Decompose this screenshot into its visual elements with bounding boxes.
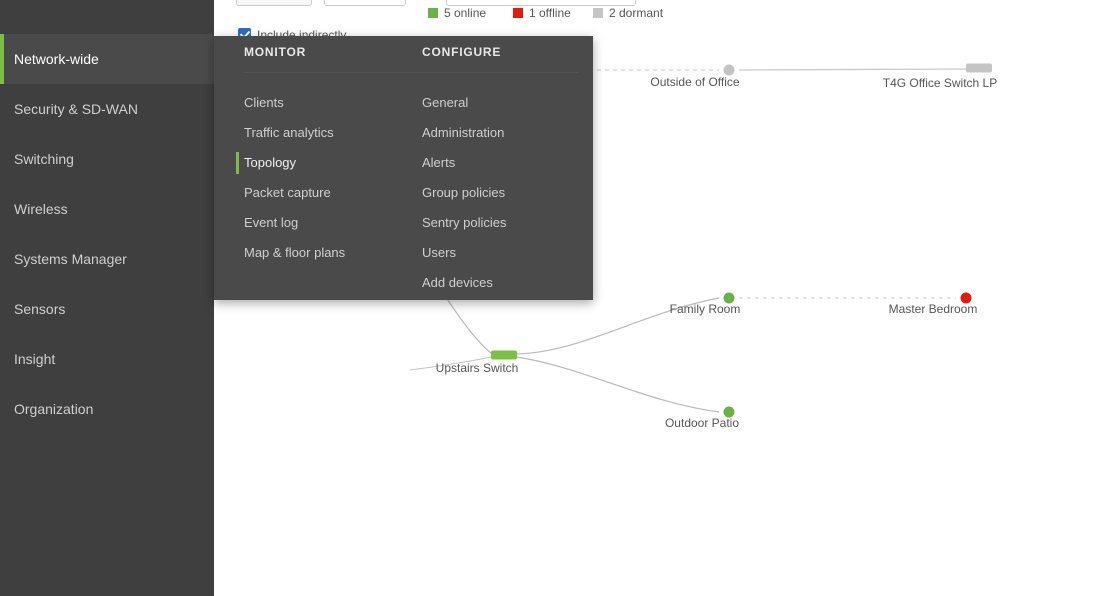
menu-item-general[interactable]: General <box>422 88 600 118</box>
topology-node-label: Family Room <box>669 302 741 316</box>
menu-item-packet-capture[interactable]: Packet capture <box>244 178 422 208</box>
sidebar-item-label: Wireless <box>14 201 68 217</box>
menu-item-label: Add devices <box>422 275 493 290</box>
menu-divider <box>244 72 579 73</box>
legend-item-online: 5 online <box>428 6 486 20</box>
expand-button[interactable]: Expand▾ <box>236 0 312 6</box>
topology-node-marker[interactable] <box>723 64 735 76</box>
link-upstairs-switch-to-outdoorpatio <box>516 356 720 413</box>
link-outside-to-t4g <box>738 68 967 71</box>
menu-item-alerts[interactable]: Alerts <box>422 148 600 178</box>
menu-list-configure: General Administration Alerts Group poli… <box>422 88 600 298</box>
legend-item-offline: 1 offline <box>513 6 571 20</box>
sidebar-item-wireless[interactable]: Wireless <box>0 184 214 234</box>
sidebar-item-label: Organization <box>14 401 94 417</box>
topology-node-label: Outdoor Patio <box>664 416 740 430</box>
menu-item-group-policies[interactable]: Group policies <box>422 178 600 208</box>
menu-item-label: Sentry policies <box>422 215 507 230</box>
menu-item-sentry-policies[interactable]: Sentry policies <box>422 208 600 238</box>
topology-node-label: Master Bedroom <box>888 302 978 316</box>
menu-item-label: Alerts <box>422 155 456 170</box>
sidebar-item-sensors[interactable]: Sensors <box>0 284 214 334</box>
legend-label-offline: 1 offline <box>529 6 571 20</box>
sidebar-item-label: Insight <box>14 351 56 367</box>
topology-node-label: Upstairs Switch <box>435 361 519 375</box>
legend-label-online: 5 online <box>444 6 487 20</box>
menu-item-label: Clients <box>244 95 284 110</box>
sidebar-item-insight[interactable]: Insight <box>0 334 214 384</box>
topology-toolbar: Expand▾ Collapse▾ i Search... ▾ <box>214 0 1116 12</box>
sidebar-item-label: Security & SD-WAN <box>14 101 138 117</box>
legend-item-dormant: 2 dormant <box>593 6 663 20</box>
sidebar-item-network-wide[interactable]: Network-wide <box>0 34 214 84</box>
menu-item-label: Packet capture <box>244 185 331 200</box>
sidebar-item-label: Systems Manager <box>14 251 127 267</box>
sidebar-item-label: Switching <box>14 151 74 167</box>
menu-item-traffic-analytics[interactable]: Traffic analytics <box>244 118 422 148</box>
legend-swatch-offline <box>513 8 523 18</box>
legend-label-dormant: 2 dormant <box>609 6 664 20</box>
menu-item-label: Topology <box>244 155 297 170</box>
menu-item-label: Traffic analytics <box>244 125 334 140</box>
menu-column-configure: CONFIGURE General Administration Alerts … <box>422 36 600 290</box>
sidebar-item-switching[interactable]: Switching <box>0 134 214 184</box>
menu-item-label: Administration <box>422 125 505 140</box>
sidebar-item-label: Sensors <box>14 301 66 317</box>
menu-column-heading: MONITOR <box>244 45 307 59</box>
menu-item-add-devices[interactable]: Add devices <box>422 268 600 298</box>
menu-item-label: Group policies <box>422 185 506 200</box>
topology-node-label: T4G Office Switch LP <box>882 76 998 90</box>
chevron-down-icon: ▾ <box>622 0 627 1</box>
sidebar-top-spacer <box>0 0 214 34</box>
primary-sidebar: Network-wide Security & SD-WAN Switching… <box>0 0 214 596</box>
legend-swatch-dormant <box>593 8 603 18</box>
menu-list-monitor: Clients Traffic analytics Topology Packe… <box>236 88 422 268</box>
sidebar-item-label: Network-wide <box>14 51 99 67</box>
topology-node-label: Outside of Office <box>650 75 740 89</box>
legend-swatch-online <box>428 8 438 18</box>
menu-item-label: Users <box>422 245 456 260</box>
menu-item-clients[interactable]: Clients <box>244 88 422 118</box>
menu-item-label: Map & floor plans <box>244 245 346 260</box>
collapse-button[interactable]: Collapse▾ <box>324 0 407 6</box>
menu-item-label: Event log <box>244 215 299 230</box>
menu-column-monitor: MONITOR Clients Traffic analytics Topolo… <box>236 36 422 260</box>
network-wide-dropdown-menu: MONITOR Clients Traffic analytics Topolo… <box>214 36 593 300</box>
menu-item-users[interactable]: Users <box>422 238 600 268</box>
menu-item-event-log[interactable]: Event log <box>244 208 422 238</box>
menu-item-map-floor-plans[interactable]: Map & floor plans <box>244 238 422 268</box>
sidebar-item-security-sdwan[interactable]: Security & SD-WAN <box>0 84 214 134</box>
app-root: Outside of Office T4G Office Switch LP F… <box>0 0 1116 596</box>
sidebar-item-organization[interactable]: Organization <box>0 384 214 434</box>
menu-item-label: General <box>422 95 469 110</box>
topology-node-marker[interactable] <box>966 63 992 73</box>
topology-node-marker[interactable] <box>491 350 517 360</box>
menu-item-topology[interactable]: Topology <box>236 148 422 178</box>
sidebar-item-systems-manager[interactable]: Systems Manager <box>0 234 214 284</box>
menu-column-heading: CONFIGURE <box>422 45 502 59</box>
menu-item-administration[interactable]: Administration <box>422 118 600 148</box>
